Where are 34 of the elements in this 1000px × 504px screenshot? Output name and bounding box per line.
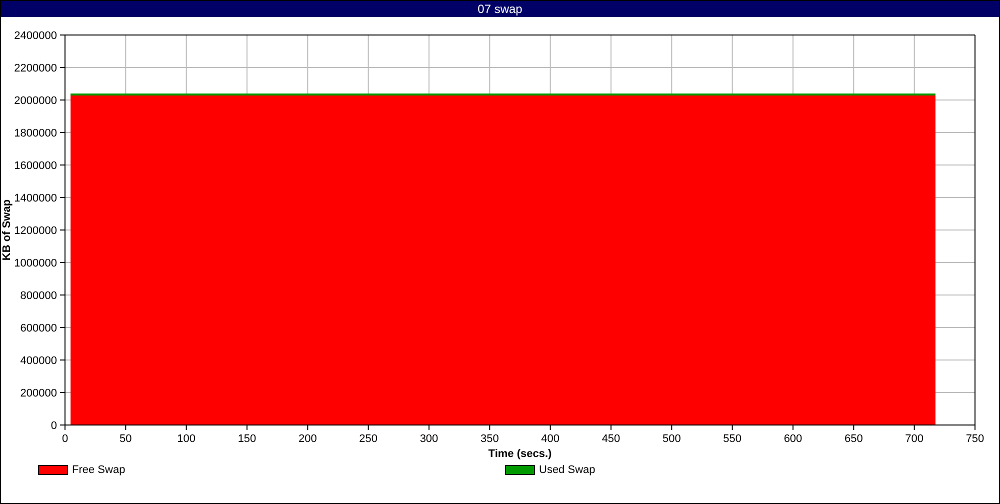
- x-tick-label: 200: [298, 433, 317, 445]
- x-tick-label: 500: [662, 433, 681, 445]
- x-tick-label: 750: [966, 433, 984, 445]
- x-tick-label: 150: [238, 433, 256, 445]
- y-tick-label: 0: [50, 420, 57, 432]
- x-tick-label: 450: [602, 433, 620, 445]
- x-tick-label: 300: [420, 433, 438, 445]
- legend-label: Free Swap: [72, 464, 126, 476]
- x-tick-label: 700: [905, 433, 924, 445]
- x-tick-label: 550: [723, 433, 742, 445]
- legend-label: Used Swap: [539, 464, 596, 476]
- y-tick-label: 800000: [20, 290, 57, 302]
- y-tick-label: 1200000: [14, 225, 57, 237]
- y-tick-label: 1000000: [14, 258, 57, 270]
- x-tick-label: 100: [177, 433, 196, 445]
- y-tick-label: 200000: [20, 388, 57, 400]
- x-tick-label: 400: [541, 433, 560, 445]
- y-tick-label: 2000000: [14, 95, 57, 107]
- y-tick-label: 1600000: [14, 160, 57, 172]
- x-tick-label: 250: [359, 433, 378, 445]
- y-tick-label: 2400000: [14, 30, 57, 42]
- x-axis-title: Time (secs.): [488, 448, 552, 460]
- x-tick-label: 350: [480, 433, 499, 445]
- y-tick-label: 400000: [20, 355, 57, 367]
- x-tick-label: 600: [784, 433, 802, 445]
- y-axis-title: KB of Swap: [1, 199, 13, 261]
- window-title: 07 swap: [478, 2, 522, 16]
- y-tick-label: 600000: [20, 322, 57, 334]
- y-tick-label: 1400000: [14, 192, 57, 204]
- y-tick-label: 1800000: [14, 128, 57, 140]
- x-tick-label: 650: [844, 433, 863, 445]
- y-tick-label: 2200000: [14, 62, 57, 74]
- x-tick-label: 50: [120, 433, 132, 445]
- x-tick-label: 0: [62, 433, 68, 445]
